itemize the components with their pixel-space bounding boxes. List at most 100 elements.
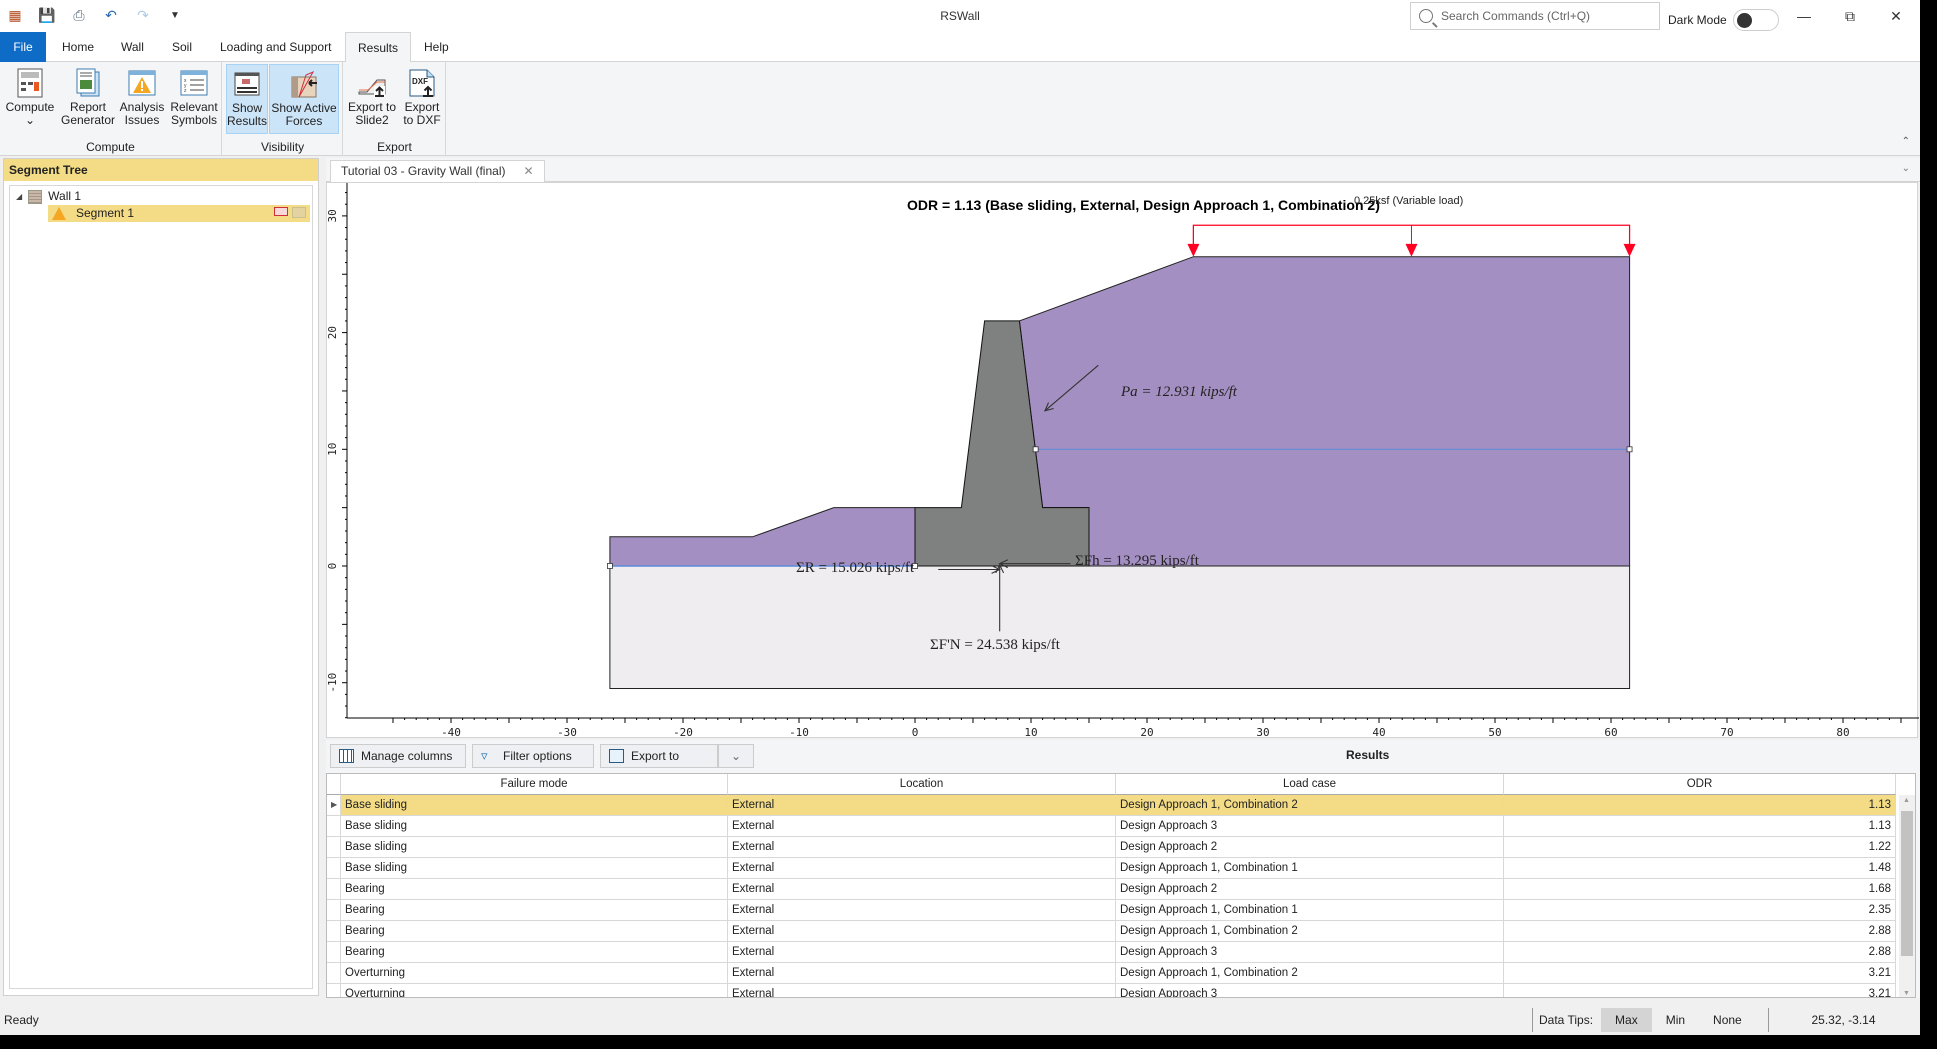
table-row[interactable]: Base sliding External Design Approach 3 1.1… — [327, 816, 1915, 837]
table-row[interactable]: ▶ Base sliding External Design Approach 1, … — [327, 795, 1915, 816]
tree-node-segment-label: Segment 1 — [76, 206, 135, 220]
model-canvas[interactable]: -40 -30 -20 -10 0 10 20 30 40 50 60 70 80-100102030 … — [326, 183, 1919, 739]
expand-collapse-icon[interactable]: ◢ — [16, 188, 22, 205]
y-tick-label: 20 — [327, 326, 339, 339]
row-indicator[interactable] — [327, 942, 341, 963]
restore-button[interactable]: ⧉ — [1830, 4, 1870, 28]
relevant-symbols-button[interactable]: xyz Relevant Symbols — [168, 64, 220, 134]
x-tick-label: 70 — [1720, 726, 1733, 739]
analysis-issues-button[interactable]: Analysis Issues — [117, 64, 167, 134]
document-tab-bar: Tutorial 03 - Gravity Wall (final) ✕ ⌄ — [326, 158, 1920, 183]
row-indicator[interactable] — [327, 858, 341, 879]
show-results-button[interactable]: Show Results — [226, 64, 268, 134]
close-tab-icon[interactable]: ✕ — [523, 161, 533, 183]
table-row[interactable]: Overturning External Design Approach 3 3.21 — [327, 984, 1915, 997]
row-indicator[interactable] — [327, 900, 341, 921]
row-indicator[interactable] — [327, 921, 341, 942]
report-generator-button[interactable]: Report Generator — [60, 64, 116, 134]
export-to-slide2-button[interactable]: Export to Slide2 — [346, 64, 398, 134]
search-commands-input[interactable]: Search Commands (Ctrl+Q) — [1410, 2, 1660, 30]
scroll-up-icon[interactable]: ▲ — [1903, 797, 1910, 804]
results-scrollbar[interactable]: ▲ ▼ — [1899, 795, 1915, 997]
ribbon-group-label-compute: Compute — [86, 140, 135, 154]
cell-location: External — [728, 837, 1116, 858]
export-csv-dropdown[interactable]: ⌄ — [718, 744, 754, 768]
tab-wall[interactable]: Wall — [109, 32, 156, 62]
data-tips-label: Data Tips: — [1539, 1013, 1594, 1027]
column-header-failure-mode[interactable]: Failure mode — [341, 774, 728, 795]
row-indicator[interactable] — [327, 837, 341, 858]
x-tick-label: 50 — [1488, 726, 1501, 739]
tab-loading-and-support[interactable]: Loading and Support — [208, 32, 343, 62]
toe-soil — [609, 507, 916, 567]
ribbon: Compute ⌄ Report Generator Analysis Issu… — [0, 62, 1920, 156]
status-text: Ready — [4, 1013, 39, 1027]
tab-home[interactable]: Home — [50, 32, 106, 62]
compute-button[interactable]: Compute ⌄ — [2, 64, 58, 134]
ribbon-group-export: Export to Slide2 DXF Export to DXF Expor… — [344, 62, 446, 156]
x-tick-label: 40 — [1372, 726, 1385, 739]
cell-load-case: Design Approach 2 — [1116, 837, 1504, 858]
show-results-icon — [232, 69, 262, 99]
columns-icon — [339, 749, 354, 763]
filter-options-button[interactable]: ▿ Filter options — [472, 744, 594, 768]
cell-load-case: Design Approach 1, Combination 2 — [1116, 921, 1504, 942]
close-button[interactable]: ✕ — [1876, 4, 1916, 28]
data-tips-min[interactable]: Min — [1652, 1008, 1699, 1032]
row-indicator[interactable] — [327, 879, 341, 900]
tab-results[interactable]: Results — [345, 32, 412, 63]
column-header-location[interactable]: Location — [728, 774, 1116, 795]
search-placeholder: Search Commands (Ctrl+Q) — [1441, 9, 1591, 23]
table-row[interactable]: Base sliding External Design Approach 2 1.2… — [327, 837, 1915, 858]
results-table: Failure mode Location Load case ODR ▶ Bas… — [326, 773, 1916, 998]
table-row[interactable]: Bearing External Design Approach 1, Combin… — [327, 900, 1915, 921]
load-arrow-head — [1405, 243, 1418, 257]
print-icon[interactable]: ⎙ — [70, 6, 88, 24]
tab-help[interactable]: Help — [412, 32, 461, 62]
export-slide2-icon — [357, 68, 387, 98]
tree-node-wall[interactable]: ◢ Wall 1 — [16, 188, 81, 205]
cell-load-case: Design Approach 3 — [1116, 816, 1504, 837]
cell-location: External — [728, 858, 1116, 879]
document-tab[interactable]: Tutorial 03 - Gravity Wall (final) ✕ — [330, 160, 545, 183]
scroll-down-icon[interactable]: ▼ — [1903, 990, 1910, 997]
data-tips-none[interactable]: None — [1699, 1008, 1756, 1032]
export-csv-button[interactable]: Export to CSV... — [600, 744, 718, 785]
tree-node-segment[interactable]: Segment 1 — [48, 205, 310, 222]
collapse-ribbon-icon[interactable]: ⌃ — [1902, 136, 1910, 147]
redo-icon[interactable]: ↷ — [134, 6, 152, 24]
scrollbar-thumb[interactable] — [1901, 811, 1913, 956]
cell-load-case: Design Approach 1, Combination 1 — [1116, 858, 1504, 879]
load-arrow-head — [1623, 243, 1636, 257]
row-indicator[interactable] — [327, 816, 341, 837]
export-to-dxf-button[interactable]: DXF Export to DXF — [400, 64, 444, 134]
undo-icon[interactable]: ↶ — [102, 6, 120, 24]
table-row[interactable]: Bearing External Design Approach 2 1.68 — [327, 879, 1915, 900]
column-header-load-case[interactable]: Load case — [1116, 774, 1504, 795]
x-tick-label: 60 — [1604, 726, 1617, 739]
model-view[interactable]: -40 -30 -20 -10 0 10 20 30 40 50 60 70 80 -10 0 10 20 30 … — [326, 182, 1919, 739]
tab-list-dropdown-icon[interactable]: ⌄ — [1902, 163, 1910, 174]
tab-file[interactable]: File — [0, 32, 46, 62]
row-indicator[interactable] — [327, 963, 341, 984]
table-row[interactable]: Bearing External Design Approach 1, Combin… — [327, 921, 1915, 942]
x-tick-label: -30 — [557, 726, 577, 739]
show-active-forces-label-2: Forces — [285, 114, 323, 128]
customize-icon[interactable]: ▼ — [166, 6, 184, 24]
table-row[interactable]: Overturning External Design Approach 1, Co… — [327, 963, 1915, 984]
app-icon[interactable]: ▦ — [6, 6, 24, 24]
row-indicator[interactable] — [327, 984, 341, 997]
cell-odr: 3.21 — [1504, 963, 1896, 984]
table-row[interactable]: Base sliding External Design Approach 1, C… — [327, 858, 1915, 879]
column-header-odr[interactable]: ODR — [1504, 774, 1896, 795]
show-active-forces-button[interactable]: Show Active Forces — [269, 64, 339, 134]
tab-soil[interactable]: Soil — [160, 32, 204, 62]
data-tips-max[interactable]: Max — [1601, 1008, 1652, 1032]
manage-columns-button[interactable]: Manage columns — [330, 744, 466, 768]
manage-columns-label: Manage columns — [361, 749, 453, 763]
row-indicator[interactable]: ▶ — [327, 795, 341, 816]
minimize-button[interactable]: — — [1784, 4, 1824, 28]
table-row[interactable]: Bearing External Design Approach 3 2.88 — [327, 942, 1915, 963]
save-icon[interactable]: 💾 — [38, 6, 56, 24]
dark-mode-toggle[interactable] — [1732, 9, 1779, 31]
